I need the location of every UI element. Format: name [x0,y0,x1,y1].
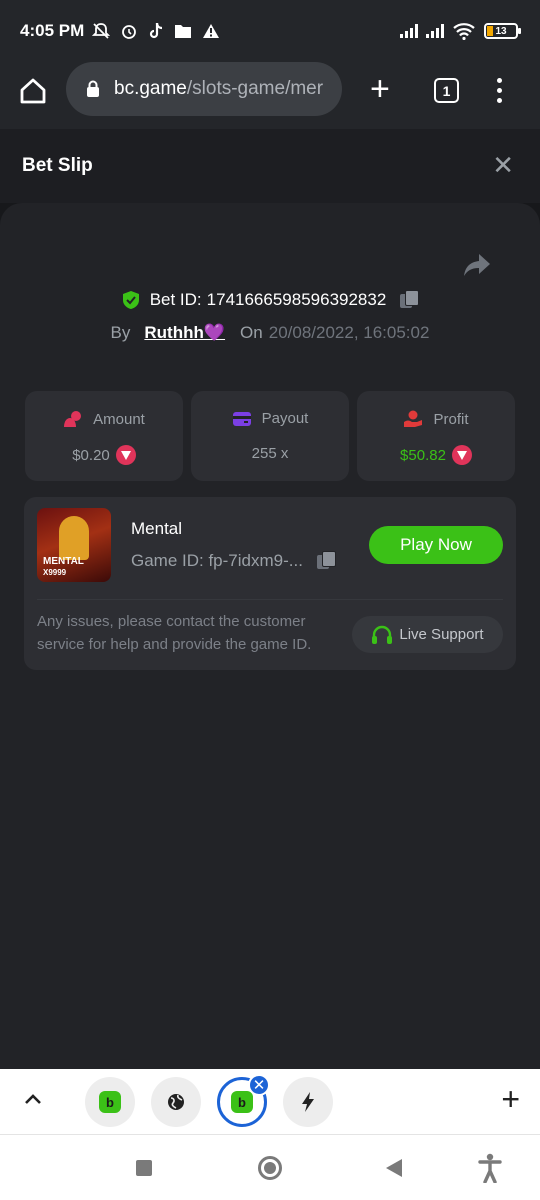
divider [37,599,503,600]
signal-icon [426,24,444,38]
bet-id-label: Bet ID: [149,290,202,309]
copy-icon[interactable] [400,290,420,310]
bc-game-icon: b [99,1091,121,1113]
url-path: /slots-game/mer [186,78,324,99]
profit-hand-icon [404,410,423,427]
amount-value: $0.20 [72,446,110,464]
live-support-label: Live Support [399,626,484,643]
tab-bolt[interactable] [283,1077,333,1127]
url-text: bc.game/slots-game/mer [114,78,323,100]
game-id: Game ID: fp-7idxm9-... [131,551,303,570]
share-icon[interactable] [462,252,492,278]
game-card: MENTAL X9999 Mental Game ID: fp-7idxm9-.… [24,497,516,670]
status-bar: 4:05 PM 13 [0,0,540,62]
recents-icon[interactable] [136,1160,152,1176]
game-thumbnail[interactable]: MENTAL X9999 [37,508,111,582]
thumbnail-subtitle: X9999 [43,568,67,577]
bet-date: 20/08/2022, 16:05:02 [268,323,430,342]
bet-slip-header: Bet Slip ✕ [0,129,540,203]
accessibility-icon[interactable] [478,1153,502,1183]
url-domain: bc.game [114,78,187,99]
tab-strip: b b ✕ + [0,1069,540,1135]
bet-id-row: Bet ID: 1741666598596392832 [0,290,540,310]
game-name: Mental [131,519,183,538]
close-icon[interactable]: ✕ [492,152,514,178]
wifi-icon [453,23,475,40]
tab-bc-game-active[interactable]: b ✕ [217,1074,270,1127]
home-icon[interactable] [18,76,48,106]
support-notice: Any issues, please contact the customer … [37,613,312,653]
amount-card: Amount $0.20 [25,391,183,481]
play-now-button[interactable]: Play Now [369,526,503,564]
home-nav-icon[interactable] [258,1156,282,1180]
muted-bell-icon [92,23,111,39]
tron-coin-icon [451,445,472,465]
money-bag-icon [64,411,82,427]
profit-label: Profit [433,410,469,428]
lock-icon [87,80,99,97]
thumbnail-title: MENTAL [43,556,84,567]
signal-icon [400,24,418,38]
address-bar[interactable]: bc.game/slots-game/mer [66,62,342,116]
payout-value: 255 x [251,445,289,462]
warning-icon [203,24,220,38]
globe-icon [168,1094,184,1110]
live-support-button[interactable]: Live Support [352,616,503,653]
tab-bc-game[interactable]: b [85,1077,135,1127]
headset-icon [372,625,393,644]
folder-icon [175,25,192,38]
new-tab-button[interactable]: + [370,72,390,106]
back-icon[interactable] [386,1159,402,1177]
close-tab-icon[interactable]: ✕ [248,1074,270,1096]
battery-level: 13 [495,25,507,37]
copy-icon[interactable] [316,551,336,571]
tab-switcher-button[interactable]: 1 [434,78,459,103]
system-icons: 13 [400,22,521,40]
bet-slip-title: Bet Slip [22,155,93,176]
bet-id-value: 1741666598596392832 [206,290,387,309]
chevron-up-icon[interactable] [24,1091,42,1109]
amount-label: Amount [93,410,145,428]
notification-icons [92,22,220,40]
battery-icon: 13 [484,23,521,39]
status-time: 4:05 PM [20,21,85,40]
bolt-icon [302,1092,314,1112]
wallet-icon [232,411,251,426]
username-link[interactable]: Ruthhh💜 [144,323,225,343]
payout-label: Payout [261,410,309,427]
on-label: On [240,323,263,342]
alarm-icon [122,25,137,39]
tron-coin-icon [115,445,136,465]
bc-game-icon: b [231,1091,253,1113]
tab-web[interactable] [151,1077,201,1127]
add-tab-button[interactable]: + [501,1083,520,1115]
payout-card: Payout 255 x [191,391,349,481]
profit-value: $50.82 [400,446,446,464]
profit-card: Profit $50.82 [357,391,515,481]
bet-author-row: By Ruthhh💜 On 20/08/2022, 16:05:02 [0,323,540,343]
system-navigation-bar [0,1135,540,1200]
by-label: By [110,323,131,342]
more-menu-button[interactable] [497,78,502,103]
browser-toolbar: bc.game/slots-game/mer + 1 [0,62,540,129]
game-id-row: Game ID: fp-7idxm9-... [131,551,336,571]
tiktok-icon [150,22,163,39]
verified-shield-icon [122,291,139,309]
